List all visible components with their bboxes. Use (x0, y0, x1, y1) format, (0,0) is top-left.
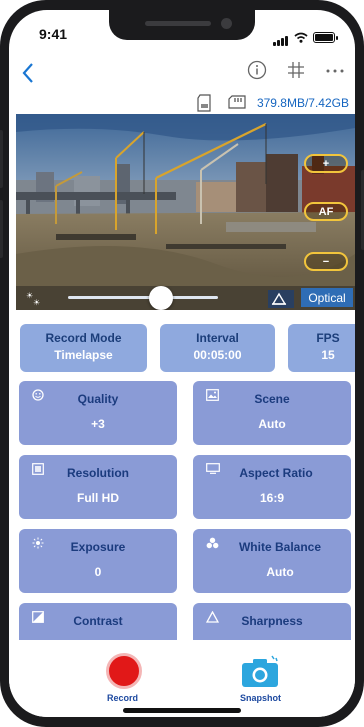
record-button[interactable] (106, 653, 142, 689)
resolution-tile[interactable]: Resolution Full HD (19, 455, 177, 519)
fps-card[interactable]: FPS 15 (288, 324, 355, 372)
resolution-label: Resolution (67, 466, 129, 480)
contrast-tile[interactable]: Contrast 0 (19, 603, 177, 640)
fps-value: 15 (321, 348, 335, 362)
optical-zoom-badge[interactable]: Optical (301, 288, 353, 307)
exposure-tile[interactable]: Exposure 0 (19, 529, 177, 593)
aspect-ratio-label: Aspect Ratio (239, 466, 313, 480)
contrast-label: Contrast (73, 614, 123, 628)
exposure-label: Exposure (70, 540, 126, 554)
zoom-out-button[interactable]: − (304, 252, 348, 271)
scene-value: Auto (258, 417, 286, 431)
phone-frame: 9:41 379.8MB/7.42GB + AF − ☀ ☀ Optical R… (0, 0, 364, 727)
memory-icon (228, 95, 246, 109)
info-icon[interactable] (247, 60, 267, 80)
fps-label: FPS (316, 331, 340, 345)
interval-value: 00:05:00 (193, 348, 242, 362)
chevron-left-icon[interactable] (21, 62, 35, 84)
notch (109, 10, 255, 40)
white-balance-tile[interactable]: White Balance Auto (193, 529, 351, 593)
grid-icon[interactable] (286, 60, 306, 80)
storage-row: 379.8MB/7.42GB (9, 92, 355, 114)
quality-tile[interactable]: Quality +3 (19, 381, 177, 445)
record-mode-value: Timelapse (54, 348, 113, 362)
record-label: Record (107, 693, 139, 703)
battery-icon (313, 31, 338, 43)
more-icon[interactable] (325, 60, 345, 80)
white-balance-value: Auto (266, 565, 294, 579)
sharpness-tile[interactable]: Sharpness 0 (193, 603, 351, 640)
app-screen: 9:41 379.8MB/7.42GB + AF − ☀ ☀ Optical R… (9, 10, 355, 717)
top-nav-bar (9, 56, 355, 90)
scene-tile[interactable]: Scene Auto (193, 381, 351, 445)
speaker-grille (145, 21, 211, 26)
status-icons (273, 28, 338, 46)
exposure-value: 0 (94, 565, 102, 579)
camera-viewfinder[interactable]: + AF − ☀ ☀ Optical (16, 114, 355, 310)
camera-icon[interactable] (241, 654, 279, 688)
white-balance-label: White Balance (238, 540, 322, 554)
status-time: 9:41 (39, 26, 68, 42)
home-indicator (123, 708, 241, 713)
exposure-slider-icon: ☀ ☀ (26, 291, 40, 306)
autofocus-button[interactable]: AF (304, 202, 348, 221)
front-camera (221, 18, 232, 29)
zoom-in-button[interactable]: + (304, 154, 348, 173)
volume-down-button (0, 200, 3, 258)
snapshot-label: Snapshot (240, 693, 282, 703)
focus-assist-icon[interactable] (268, 290, 294, 308)
wifi-icon (294, 32, 308, 43)
sharpness-label: Sharpness (241, 614, 303, 628)
scene-label: Scene (254, 392, 290, 406)
quality-value: +3 (91, 417, 105, 431)
sd-card-icon (197, 94, 211, 112)
svg-text:☀: ☀ (33, 298, 40, 306)
exposure-slider-track[interactable] (68, 296, 218, 299)
aspect-ratio-value: 16:9 (259, 491, 285, 505)
aspect-ratio-tile[interactable]: Aspect Ratio 16:9 (193, 455, 351, 519)
interval-label: Interval (196, 331, 239, 345)
record-mode-card[interactable]: Record Mode Timelapse (20, 324, 147, 372)
interval-card[interactable]: Interval 00:05:00 (160, 324, 275, 372)
resolution-value: Full HD (77, 491, 119, 505)
bottom-action-bar: Record Snapshot (9, 640, 355, 717)
record-mode-label: Record Mode (45, 331, 122, 345)
quality-label: Quality (77, 392, 119, 406)
camera-controls: Record Mode Timelapse Interval 00:05:00 … (9, 310, 355, 640)
exposure-slider-thumb[interactable] (149, 286, 173, 310)
storage-usage: 379.8MB/7.42GB (256, 96, 349, 110)
signal-icon (273, 28, 289, 46)
volume-up-button (0, 130, 3, 188)
